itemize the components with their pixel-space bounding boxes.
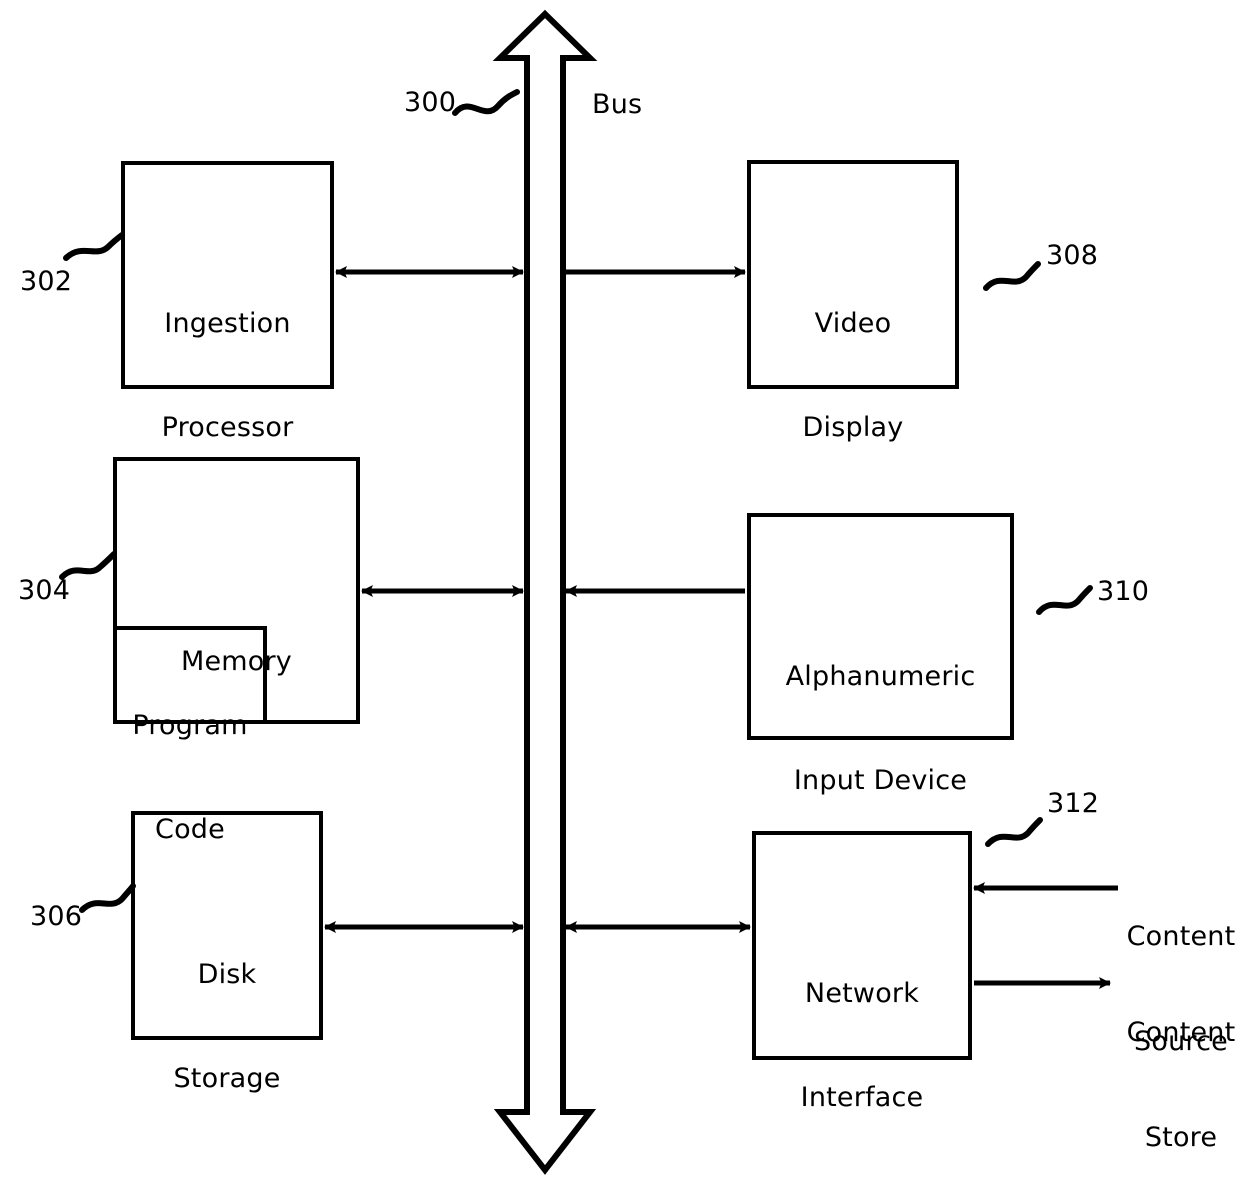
- bus-label: Bus: [592, 89, 643, 120]
- network-interface-label-line2: Interface: [800, 1081, 924, 1113]
- figure-canvas: Bus 300 Ingestion Processor 302 Memory 3…: [0, 0, 1240, 1185]
- disk-storage-label-line2: Storage: [173, 1062, 281, 1094]
- video-display-label-line1: Video: [814, 308, 892, 340]
- video-display-label: Video Display: [749, 238, 957, 514]
- leader-squiggle-300: [452, 89, 520, 116]
- ingestion-processor-label-line2: Processor: [161, 411, 294, 443]
- disk-storage-label-line1: Disk: [197, 959, 257, 991]
- reference-numeral-302: 302: [20, 266, 73, 297]
- program-code-label-line2: Code: [155, 813, 225, 845]
- leader-squiggle-302: [63, 232, 125, 261]
- alphanumeric-input-device-label-line1: Alphanumeric: [785, 661, 976, 693]
- disk-storage-label: Disk Storage: [133, 889, 321, 1165]
- reference-numeral-300: 300: [404, 87, 457, 118]
- reference-numeral-306: 306: [30, 901, 83, 932]
- ingestion-processor-label: Ingestion Processor: [123, 238, 332, 514]
- reference-numeral-310: 310: [1097, 576, 1150, 607]
- program-code-label: Program Code: [115, 640, 265, 916]
- content-store-label-line1: Content: [1126, 1017, 1236, 1049]
- leader-squiggle-310: [1036, 585, 1093, 615]
- leader-squiggle-308: [983, 261, 1041, 291]
- ingestion-processor-label-line1: Ingestion: [164, 308, 291, 340]
- alphanumeric-input-device-label: Alphanumeric Input Device: [749, 591, 1012, 867]
- video-display-label-line2: Display: [802, 411, 904, 443]
- content-store-label-line2: Store: [1144, 1122, 1218, 1154]
- program-code-label-line1: Program: [132, 710, 248, 742]
- network-interface-label: Network Interface: [754, 908, 970, 1184]
- reference-numeral-304: 304: [18, 575, 71, 606]
- alphanumeric-input-device-label-line2: Input Device: [793, 764, 968, 796]
- reference-numeral-312: 312: [1047, 788, 1100, 819]
- content-store-label: Content Store: [1122, 945, 1240, 1185]
- reference-numeral-308: 308: [1046, 240, 1099, 271]
- network-interface-label-line1: Network: [804, 978, 920, 1010]
